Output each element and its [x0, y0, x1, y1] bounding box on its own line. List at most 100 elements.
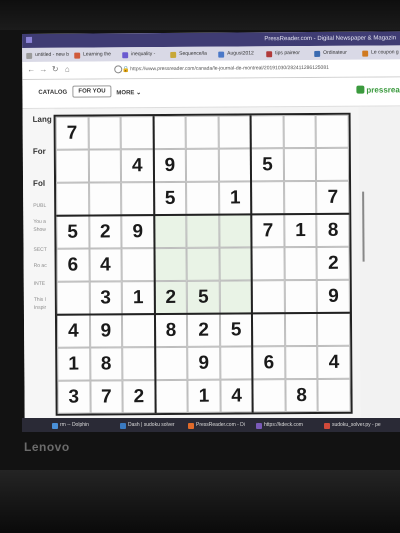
browser-tab[interactable]: inequality - — [122, 50, 175, 59]
sudoku-cell[interactable] — [153, 115, 187, 150]
sudoku-cell[interactable]: 6 — [56, 248, 90, 282]
info-icon[interactable] — [114, 65, 123, 74]
sudoku-cell[interactable]: 5 — [251, 148, 284, 182]
browser-tab[interactable]: Ordinateur — [314, 49, 367, 58]
sudoku-cell[interactable]: 9 — [121, 215, 155, 249]
sudoku-cell[interactable]: 9 — [89, 314, 123, 348]
sudoku-cell[interactable] — [250, 115, 284, 149]
sudoku-cell[interactable] — [186, 214, 220, 248]
browser-tab[interactable]: August2012 — [218, 49, 271, 58]
sudoku-cell[interactable] — [120, 116, 154, 150]
taskbar-item[interactable]: rm -- Dolphin — [52, 421, 89, 430]
sudoku-cell[interactable]: 8 — [89, 347, 123, 381]
sudoku-cell[interactable] — [153, 214, 187, 249]
sudoku-cell[interactable] — [88, 149, 122, 183]
sudoku-cell[interactable] — [55, 149, 89, 183]
sudoku-cell[interactable] — [219, 346, 253, 380]
taskbar-item[interactable]: https://kdeck.com — [256, 421, 303, 430]
browser-tab[interactable]: untitled - new b — [26, 51, 79, 60]
sudoku-cell[interactable]: 7 — [251, 214, 285, 248]
sudoku-cell[interactable] — [154, 346, 188, 381]
sudoku-cell[interactable]: 5 — [56, 215, 90, 249]
sudoku-cell[interactable]: 4 — [317, 345, 351, 379]
sudoku-cell[interactable] — [154, 247, 187, 282]
sudoku-cell[interactable] — [219, 280, 253, 314]
sudoku-cell[interactable] — [285, 345, 318, 380]
sudoku-cell[interactable]: 3 — [57, 380, 91, 414]
sudoku-cell[interactable] — [122, 314, 155, 348]
sudoku-cell[interactable] — [317, 312, 351, 346]
sudoku-cell[interactable]: 2 — [316, 246, 350, 280]
sudoku-cell[interactable]: 1 — [121, 281, 155, 315]
sudoku-cell[interactable]: 2 — [88, 215, 122, 249]
sudoku-cell[interactable]: 5 — [153, 181, 187, 216]
sudoku-cell[interactable] — [284, 246, 318, 281]
sudoku-cell[interactable] — [186, 181, 220, 215]
sudoku-cell[interactable] — [219, 247, 253, 281]
sudoku-cell[interactable]: 8 — [316, 213, 350, 247]
sudoku-cell[interactable] — [252, 280, 285, 314]
sudoku-cell[interactable]: 6 — [252, 346, 286, 380]
url-field[interactable]: https://www.pressreader.com/canada/le-jo… — [130, 65, 329, 72]
sudoku-cell[interactable] — [251, 247, 285, 281]
sudoku-cell[interactable]: 7 — [316, 180, 350, 214]
sudoku-cell[interactable]: 8 — [285, 378, 319, 413]
sudoku-cell[interactable] — [88, 116, 121, 150]
nav-catalog[interactable]: CATALOG — [38, 90, 67, 96]
sudoku-cell[interactable]: 4 — [220, 379, 253, 413]
sudoku-cell[interactable]: 4 — [89, 248, 122, 282]
sudoku-cell[interactable]: 1 — [57, 347, 90, 381]
reload-icon[interactable]: ↻ — [50, 65, 60, 75]
sudoku-cell[interactable]: 4 — [56, 314, 90, 348]
sudoku-cell[interactable]: 7 — [55, 116, 89, 150]
sudoku-cell[interactable] — [317, 378, 351, 412]
sudoku-cell[interactable]: 8 — [154, 313, 188, 348]
sudoku-cell[interactable]: 1 — [218, 181, 252, 215]
sudoku-cell[interactable]: 9 — [153, 148, 187, 183]
sudoku-cell[interactable]: 9 — [317, 279, 350, 313]
sudoku-cell[interactable]: 5 — [186, 280, 220, 314]
sudoku-cell[interactable] — [218, 115, 252, 149]
sudoku-cell[interactable] — [283, 114, 317, 149]
back-arrow-icon[interactable]: ← — [26, 65, 36, 75]
sudoku-cell[interactable]: 5 — [219, 313, 253, 347]
sudoku-cell[interactable] — [56, 182, 89, 216]
browser-tab[interactable]: Sequence/la — [170, 50, 223, 59]
sudoku-cell[interactable] — [252, 313, 286, 347]
sudoku-cell[interactable] — [284, 312, 318, 347]
nav-for-you[interactable]: FOR YOU — [72, 85, 112, 98]
sudoku-cell[interactable] — [121, 182, 154, 216]
sudoku-cell[interactable]: 9 — [187, 346, 221, 380]
sudoku-cell[interactable] — [186, 247, 220, 281]
sudoku-cell[interactable] — [218, 148, 252, 182]
sudoku-cell[interactable] — [122, 347, 156, 381]
browser-tab[interactable]: tips paireor — [266, 49, 319, 58]
sudoku-cell[interactable]: 1 — [187, 379, 221, 413]
nav-more[interactable]: MORE ⌄ — [116, 89, 141, 96]
sudoku-cell[interactable] — [56, 281, 90, 315]
sudoku-cell[interactable] — [155, 379, 188, 414]
taskbar-item[interactable]: sudoku_solver.py - pe — [324, 421, 381, 430]
sudoku-cell[interactable] — [252, 379, 286, 413]
brand-logo[interactable]: pressrea — [356, 85, 400, 95]
sudoku-cell[interactable]: 2 — [122, 380, 156, 414]
sudoku-cell[interactable] — [284, 279, 318, 314]
sudoku-cell[interactable] — [283, 180, 317, 215]
sudoku-cell[interactable] — [316, 114, 349, 148]
taskbar-item[interactable]: Dash | sudoku solver — [120, 421, 175, 430]
sudoku-cell[interactable]: 2 — [187, 313, 220, 347]
sudoku-cell[interactable] — [219, 214, 252, 248]
sudoku-cell[interactable] — [88, 182, 122, 216]
sudoku-cell[interactable]: 3 — [89, 281, 123, 315]
sudoku-cell[interactable]: 7 — [89, 380, 123, 414]
sudoku-cell[interactable] — [316, 147, 350, 181]
sudoku-cell[interactable]: 4 — [120, 149, 154, 183]
home-icon[interactable]: ⌂ — [62, 65, 72, 75]
sudoku-cell[interactable] — [283, 147, 317, 182]
sudoku-cell[interactable] — [186, 148, 219, 182]
sudoku-cell[interactable]: 1 — [284, 213, 317, 248]
browser-tab[interactable]: Le coupon g — [362, 48, 400, 57]
sudoku-cell[interactable]: 2 — [154, 280, 188, 315]
forward-arrow-icon[interactable]: → — [38, 65, 48, 75]
sudoku-cell[interactable] — [251, 181, 285, 215]
